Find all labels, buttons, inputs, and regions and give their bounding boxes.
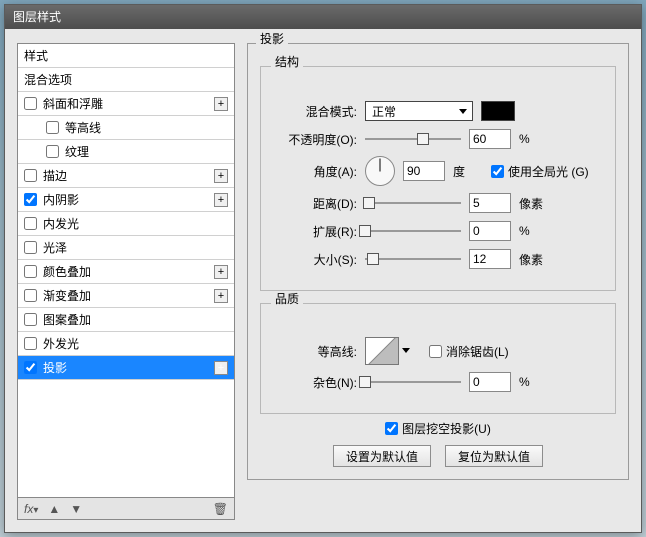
size-slider[interactable] <box>365 252 461 266</box>
arrow-down-icon[interactable]: ▼ <box>70 502 82 516</box>
opacity-input[interactable] <box>469 129 511 149</box>
spread-input[interactable] <box>469 221 511 241</box>
sidebar-item-color-overlay[interactable]: 颜色叠加+ <box>18 260 234 284</box>
checkbox-satin[interactable] <box>24 241 37 254</box>
sidebar-item-inner-shadow[interactable]: 内阴影+ <box>18 188 234 212</box>
size-input[interactable] <box>469 249 511 269</box>
sidebar-item-contour[interactable]: 等高线 <box>18 116 234 140</box>
sidebar-item-texture[interactable]: 纹理 <box>18 140 234 164</box>
size-label: 大小(S): <box>275 251 357 268</box>
sidebar-item-stroke[interactable]: 描边+ <box>18 164 234 188</box>
antialias-checkbox[interactable]: 消除锯齿(L) <box>429 343 509 360</box>
checkbox-outer-glow[interactable] <box>24 337 37 350</box>
angle-input[interactable] <box>403 161 445 181</box>
noise-slider[interactable] <box>365 375 461 389</box>
effects-sidebar: 样式 混合选项 斜面和浮雕+ 等高线 纹理 描边+ 内阴影+ 内发光 光泽 颜色… <box>17 43 235 520</box>
checkbox-bevel[interactable] <box>24 97 37 110</box>
distance-slider[interactable] <box>365 196 461 210</box>
sidebar-item-drop-shadow[interactable]: 投影+ <box>18 356 234 380</box>
noise-label: 杂色(N): <box>275 374 357 391</box>
fx-menu-icon[interactable]: fx▾ <box>24 502 38 516</box>
expand-icon[interactable]: + <box>214 289 228 303</box>
sidebar-item-gradient-overlay[interactable]: 渐变叠加+ <box>18 284 234 308</box>
sidebar-item-bevel[interactable]: 斜面和浮雕+ <box>18 92 234 116</box>
blend-mode-label: 混合模式: <box>275 103 357 120</box>
titlebar[interactable]: 图层样式 <box>5 5 641 29</box>
structure-group: 结构 混合模式: 正常 不透明度(O): % 角度(A): <box>260 66 616 291</box>
checkbox-gradient-overlay[interactable] <box>24 289 37 302</box>
structure-legend: 结构 <box>275 55 299 69</box>
global-light-checkbox[interactable]: 使用全局光 (G) <box>491 163 589 180</box>
contour-label: 等高线: <box>275 343 357 360</box>
panel-title: 投影 <box>260 32 284 46</box>
trash-icon[interactable]: 🗑 <box>213 502 228 516</box>
arrow-up-icon[interactable]: ▲ <box>48 502 60 516</box>
checkbox-color-overlay[interactable] <box>24 265 37 278</box>
settings-panel: 投影 结构 混合模式: 正常 不透明度(O): % <box>247 43 629 520</box>
checkbox-inner-glow[interactable] <box>24 217 37 230</box>
quality-group: 品质 等高线: 消除锯齿(L) 杂色(N): % <box>260 303 616 414</box>
angle-dial[interactable] <box>365 156 395 186</box>
spread-slider[interactable] <box>365 224 461 238</box>
reset-default-button[interactable]: 复位为默认值 <box>445 445 543 467</box>
expand-icon[interactable]: + <box>214 169 228 183</box>
blend-mode-combo[interactable]: 正常 <box>365 101 473 121</box>
expand-icon[interactable]: + <box>214 361 228 375</box>
knockout-checkbox[interactable]: 图层挖空投影(U) <box>385 420 491 437</box>
styles-header[interactable]: 样式 <box>18 44 234 68</box>
angle-label: 角度(A): <box>275 163 357 180</box>
checkbox-stroke[interactable] <box>24 169 37 182</box>
sidebar-item-satin[interactable]: 光泽 <box>18 236 234 260</box>
sidebar-footer: fx▾ ▲ ▼ 🗑 <box>18 497 234 519</box>
blending-options-header[interactable]: 混合选项 <box>18 68 234 92</box>
quality-legend: 品质 <box>275 292 299 306</box>
noise-input[interactable] <box>469 372 511 392</box>
expand-icon[interactable]: + <box>214 193 228 207</box>
expand-icon[interactable]: + <box>214 265 228 279</box>
expand-icon[interactable]: + <box>214 97 228 111</box>
contour-picker[interactable] <box>365 337 399 365</box>
spread-label: 扩展(R): <box>275 223 357 240</box>
layer-style-dialog: 图层样式 样式 混合选项 斜面和浮雕+ 等高线 纹理 描边+ 内阴影+ 内发光 … <box>4 4 642 533</box>
distance-label: 距离(D): <box>275 195 357 212</box>
sidebar-item-outer-glow[interactable]: 外发光 <box>18 332 234 356</box>
checkbox-drop-shadow[interactable] <box>24 361 37 374</box>
checkbox-inner-shadow[interactable] <box>24 193 37 206</box>
opacity-label: 不透明度(O): <box>275 131 357 148</box>
checkbox-pattern-overlay[interactable] <box>24 313 37 326</box>
shadow-color-swatch[interactable] <box>481 101 515 121</box>
sidebar-item-pattern-overlay[interactable]: 图案叠加 <box>18 308 234 332</box>
distance-input[interactable] <box>469 193 511 213</box>
checkbox-texture[interactable] <box>46 145 59 158</box>
checkbox-contour[interactable] <box>46 121 59 134</box>
opacity-slider[interactable] <box>365 132 461 146</box>
window-title: 图层样式 <box>13 10 61 24</box>
make-default-button[interactable]: 设置为默认值 <box>333 445 431 467</box>
drop-shadow-group: 投影 结构 混合模式: 正常 不透明度(O): % <box>247 43 629 480</box>
sidebar-item-inner-glow[interactable]: 内发光 <box>18 212 234 236</box>
